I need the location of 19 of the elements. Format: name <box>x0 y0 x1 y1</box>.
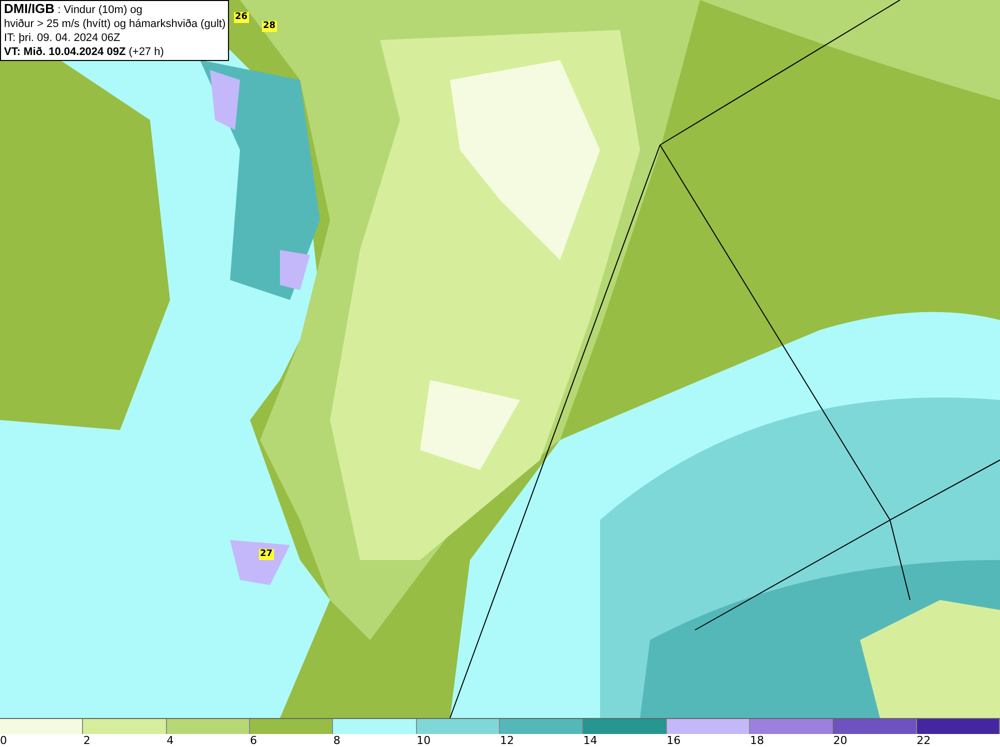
gust-value-label: 27 <box>259 549 274 560</box>
legend-tick-label: 12 <box>500 734 514 747</box>
legend-tick-label: 4 <box>166 734 174 747</box>
info-text: DMI/IGB : Vindur (10m) og <box>4 2 142 17</box>
legend-tick-label: 20 <box>833 734 848 747</box>
legend-tick-label: 6 <box>250 734 257 747</box>
legend-tick-label: 8 <box>333 734 340 747</box>
info-text: VT: Mið. 10.04.2024 09Z (+27 h) <box>4 45 164 59</box>
info-text: IT: þri. 09. 04. 2024 06Z <box>4 31 120 45</box>
legend-tick-label: 0 <box>0 734 7 747</box>
gust-value-label: 26 <box>234 12 249 23</box>
legend-tick-label: 16 <box>666 734 681 747</box>
legend-tick-label: 18 <box>750 734 764 747</box>
gust-value-label: 28 <box>262 21 277 32</box>
info-text: hviður > 25 m/s (hvítt) og hámarkshviða (gult) <box>4 17 226 31</box>
legend-tick-label: 2 <box>83 734 90 747</box>
legend-tick-label: 10 <box>416 734 431 747</box>
legend-tick-label: 14 <box>583 734 598 747</box>
legend-tick-label: 22 <box>916 734 931 747</box>
